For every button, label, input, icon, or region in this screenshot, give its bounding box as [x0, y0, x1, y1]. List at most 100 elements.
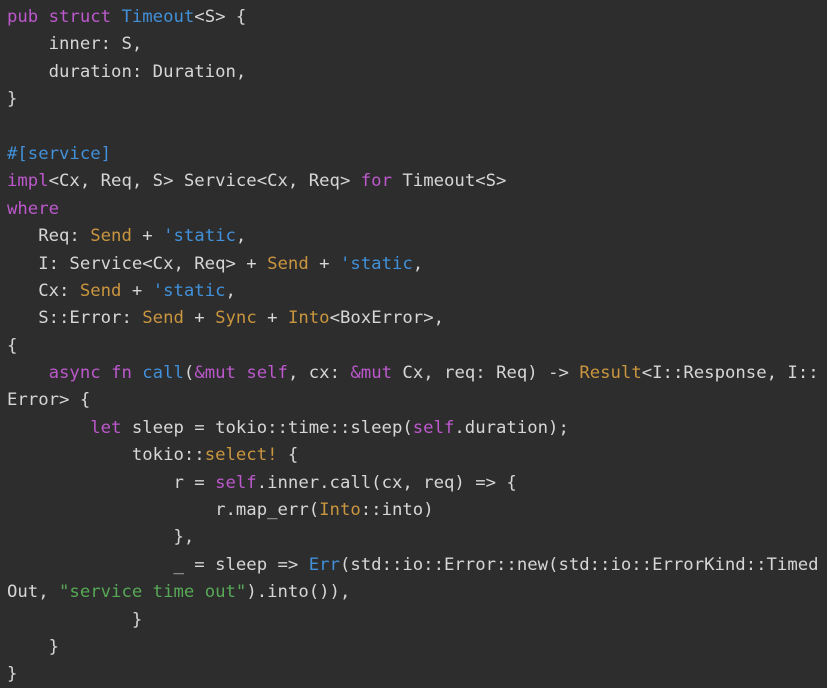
code-token-default: } — [7, 610, 142, 630]
code-token-default: inner: S, — [7, 34, 142, 54]
code-line: { — [7, 333, 827, 360]
code-token-default — [132, 363, 142, 383]
code-token-default: sleep = tokio::time::sleep( — [121, 418, 412, 438]
code-token-keyword: self — [215, 473, 257, 493]
code-token-keyword: fn — [111, 363, 132, 383]
code-token-keyword: impl — [7, 171, 49, 191]
code-line: Error> { — [7, 387, 827, 414]
code-line: duration: Duration, — [7, 59, 827, 86]
code-token-default: I: Service<Cx, Req> + — [7, 254, 267, 274]
code-token-default: } — [7, 637, 59, 657]
code-line: tokio::select! { — [7, 442, 827, 469]
code-token-trait: Send — [90, 226, 132, 246]
code-token-type: call — [142, 363, 184, 383]
code-token-default: r.map_err( — [7, 500, 319, 520]
code-token-default: } — [7, 664, 17, 684]
code-token-default: (std::io::Error::new(std::io::ErrorKind:… — [340, 555, 819, 575]
code-line: I: Service<Cx, Req> + Send + 'static, — [7, 251, 827, 278]
code-token-default: , — [413, 254, 423, 274]
code-line: } — [7, 86, 827, 113]
code-token-string: "service time out" — [59, 582, 246, 602]
code-token-default: ).into()), — [246, 582, 350, 602]
code-token-default: S::Error: — [7, 308, 142, 328]
code-line: _ = sleep => Err(std::io::Error::new(std… — [7, 552, 827, 579]
code-token-default: + — [121, 281, 152, 301]
code-token-default: <I::Response, I:: — [642, 363, 819, 383]
code-token-default: { — [7, 336, 17, 356]
code-token-default: , cx: — [288, 363, 350, 383]
code-token-keyword: for — [361, 171, 392, 191]
code-token-keyword: self — [246, 363, 288, 383]
code-line: let sleep = tokio::time::sleep(self.dura… — [7, 415, 827, 442]
code-token-default: duration: Duration, — [7, 62, 246, 82]
code-token-default — [101, 363, 111, 383]
code-line: async fn call(&mut self, cx: &mut Cx, re… — [7, 360, 827, 387]
code-token-trait: Into — [319, 500, 361, 520]
code-token-default: Out, — [7, 582, 59, 602]
code-token-default: r = — [7, 473, 215, 493]
code-token-keyword: pub struct — [7, 7, 121, 27]
code-token-trait: Send — [142, 308, 184, 328]
code-token-default: Cx: — [7, 281, 80, 301]
code-token-keyword: async — [49, 363, 101, 383]
code-token-default: , — [226, 281, 236, 301]
code-line: S::Error: Send + Sync + Into<BoxError>, — [7, 305, 827, 332]
code-token-default: _ = sleep => — [7, 555, 309, 575]
code-line: r.map_err(Into::into) — [7, 497, 827, 524]
code-viewer: pub struct Timeout<S> { inner: S, durati… — [0, 0, 827, 688]
code-token-default: { — [278, 445, 299, 465]
code-line — [7, 114, 827, 141]
code-token-default: .duration); — [454, 418, 568, 438]
code-line: #[service] — [7, 141, 827, 168]
code-token-keyword: let — [90, 418, 121, 438]
code-block[interactable]: pub struct Timeout<S> { inner: S, durati… — [0, 0, 827, 688]
code-token-default: Timeout<S> — [392, 171, 506, 191]
code-token-keyword: &mut — [350, 363, 392, 383]
code-token-keyword: self — [413, 418, 455, 438]
code-token-type: Timeout — [121, 7, 194, 27]
code-token-default: + — [184, 308, 215, 328]
code-token-trait: select! — [205, 445, 278, 465]
code-token-trait: Send — [267, 254, 309, 274]
code-token-default: Error> { — [7, 390, 90, 410]
code-line: inner: S, — [7, 31, 827, 58]
code-token-default: + — [309, 254, 340, 274]
code-token-type: #[service] — [7, 144, 111, 164]
code-token-default: } — [7, 89, 17, 109]
code-line: }, — [7, 524, 827, 551]
code-token-default: <S> { — [194, 7, 246, 27]
code-token-default: <Cx, Req, S> Service<Cx, Req> — [49, 171, 361, 191]
code-token-default: tokio:: — [7, 445, 205, 465]
code-line: where — [7, 196, 827, 223]
code-token-trait: Send — [80, 281, 122, 301]
code-token-type: 'static — [340, 254, 413, 274]
code-token-type: 'static — [163, 226, 236, 246]
code-line: impl<Cx, Req, S> Service<Cx, Req> for Ti… — [7, 168, 827, 195]
code-line: } — [7, 607, 827, 634]
code-token-default — [236, 363, 246, 383]
code-token-trait: Into — [288, 308, 330, 328]
code-line: pub struct Timeout<S> { — [7, 4, 827, 31]
code-token-keyword: where — [7, 199, 59, 219]
code-token-default: }, — [7, 527, 194, 547]
code-token-trait: Result — [579, 363, 641, 383]
code-line: Out, "service time out").into()), — [7, 579, 827, 606]
code-line: } — [7, 661, 827, 688]
code-token-default: <BoxError>, — [330, 308, 444, 328]
code-token-type: 'static — [153, 281, 226, 301]
code-token-default: ( — [184, 363, 194, 383]
code-token-keyword: &mut — [194, 363, 236, 383]
code-line: r = self.inner.call(cx, req) => { — [7, 470, 827, 497]
code-token-default — [7, 363, 49, 383]
code-line: } — [7, 634, 827, 661]
code-line: Req: Send + 'static, — [7, 223, 827, 250]
code-token-default: .inner.call(cx, req) => { — [257, 473, 517, 493]
code-token-default: + — [257, 308, 288, 328]
code-token-default: Cx, req: Req) -> — [392, 363, 579, 383]
code-token-default: Req: — [7, 226, 90, 246]
code-token-type: Err — [309, 555, 340, 575]
code-token-default: , — [236, 226, 246, 246]
code-token-default — [7, 418, 90, 438]
code-token-default: + — [132, 226, 163, 246]
code-token-default: ::into) — [361, 500, 434, 520]
